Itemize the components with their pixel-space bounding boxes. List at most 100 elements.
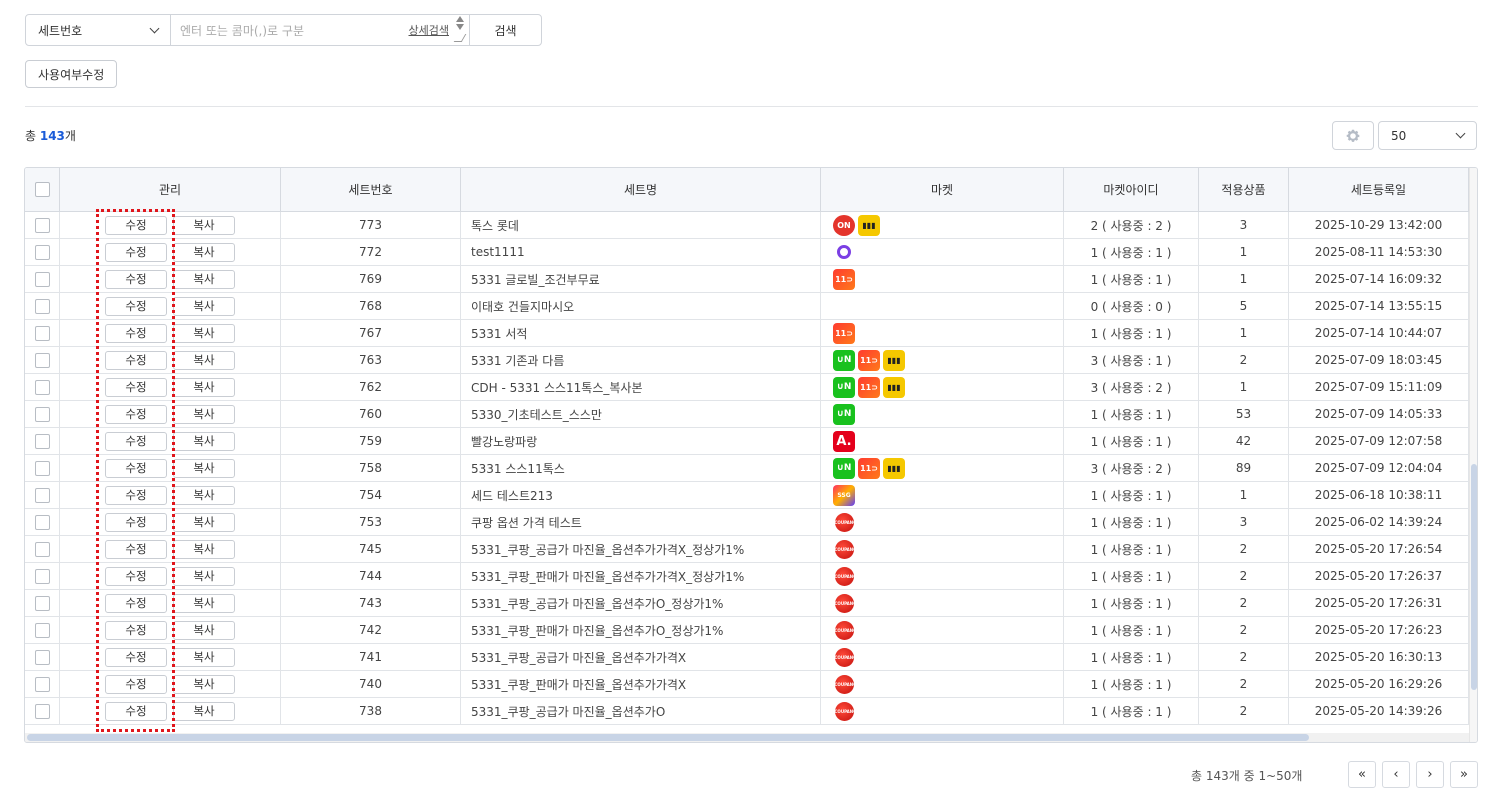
edit-button[interactable]: 수정	[105, 404, 167, 424]
row-checkbox[interactable]	[34, 595, 50, 611]
detail-search-link[interactable]: 상세검색	[409, 22, 449, 38]
copy-button[interactable]: 복사	[173, 485, 235, 505]
edit-button[interactable]: 수정	[105, 323, 167, 343]
row-checkbox[interactable]	[34, 379, 50, 395]
copy-button[interactable]: 복사	[173, 350, 235, 370]
edit-button[interactable]: 수정	[105, 647, 167, 667]
edit-button[interactable]: 수정	[105, 539, 167, 559]
usage-edit-button[interactable]: 사용여부수정	[25, 60, 118, 88]
table-row[interactable]: 수정 복사 759 빨강노랑파랑 A. 1 ( 사용중 : 1 ) 42 202…	[25, 428, 1469, 455]
search-field-select[interactable]: 세트번호	[26, 15, 171, 45]
table-row[interactable]: 수정 복사 753 쿠팡 옵션 가격 테스트 COUPANG 1 ( 사용중 :…	[25, 509, 1469, 536]
row-checkbox[interactable]	[34, 541, 50, 557]
select-all-checkbox[interactable]	[34, 182, 50, 197]
row-checkbox[interactable]	[34, 622, 50, 638]
copy-button[interactable]: 복사	[173, 593, 235, 613]
horizontal-scroll-thumb[interactable]	[27, 734, 1309, 741]
edit-button[interactable]: 수정	[105, 458, 167, 478]
table-row[interactable]: 수정 복사 754 세드 테스트213 SSG 1 ( 사용중 : 1 ) 1 …	[25, 482, 1469, 509]
copy-button[interactable]: 복사	[173, 242, 235, 262]
horizontal-scrollbar[interactable]	[25, 733, 1469, 742]
row-checkbox[interactable]	[34, 676, 50, 692]
copy-button[interactable]: 복사	[173, 323, 235, 343]
row-checkbox[interactable]	[34, 568, 50, 584]
copy-button[interactable]: 복사	[173, 296, 235, 316]
edit-button[interactable]: 수정	[105, 674, 167, 694]
vertical-scrollbar[interactable]	[1469, 168, 1477, 742]
edit-button[interactable]: 수정	[105, 593, 167, 613]
table-row[interactable]: 수정 복사 768 이태호 건들지마시오 0 ( 사용중 : 0 ) 5 202…	[25, 293, 1469, 320]
copy-button[interactable]: 복사	[173, 674, 235, 694]
table-row[interactable]: 수정 복사 738 5331_쿠팡_공급가 마진율_옵션추가O COUPANG …	[25, 698, 1469, 725]
edit-button[interactable]: 수정	[105, 566, 167, 586]
page-size-select[interactable]: 50	[1378, 121, 1477, 150]
copy-button[interactable]: 복사	[173, 539, 235, 559]
search-input[interactable]: 엔터 또는 콤마(,)로 구분 상세검색	[171, 15, 469, 45]
copy-button[interactable]: 복사	[173, 404, 235, 424]
edit-button[interactable]: 수정	[105, 485, 167, 505]
search-button[interactable]: 검색	[469, 15, 541, 45]
vertical-scroll-thumb[interactable]	[1471, 464, 1477, 690]
row-checkbox[interactable]	[34, 487, 50, 503]
copy-button[interactable]: 복사	[173, 431, 235, 451]
copy-button[interactable]: 복사	[173, 566, 235, 586]
edit-button[interactable]: 수정	[105, 701, 167, 721]
copy-button[interactable]: 복사	[173, 458, 235, 478]
row-checkbox[interactable]	[34, 406, 50, 422]
row-checkbox[interactable]	[34, 514, 50, 530]
row-checkbox[interactable]	[34, 703, 50, 719]
table-row[interactable]: 수정 복사 760 5330_기초테스트_스스만 ∪N 1 ( 사용중 : 1 …	[25, 401, 1469, 428]
edit-button[interactable]: 수정	[105, 377, 167, 397]
table-row[interactable]: 수정 복사 772 test1111 1 ( 사용중 : 1 ) 1 2025-…	[25, 239, 1469, 266]
row-checkbox[interactable]	[34, 460, 50, 476]
edit-button[interactable]: 수정	[105, 620, 167, 640]
next-page-button[interactable]: ›	[1416, 761, 1444, 788]
row-checkbox[interactable]	[34, 217, 50, 233]
prev-page-button[interactable]: ‹	[1382, 761, 1410, 788]
table-row[interactable]: 수정 복사 745 5331_쿠팡_공급가 마진율_옵션추가가격X_정상가1% …	[25, 536, 1469, 563]
edit-button[interactable]: 수정	[105, 269, 167, 289]
row-checkbox[interactable]	[34, 433, 50, 449]
copy-button[interactable]: 복사	[173, 620, 235, 640]
edit-button[interactable]: 수정	[105, 296, 167, 316]
header-manage[interactable]: 관리	[60, 168, 281, 211]
copy-button[interactable]: 복사	[173, 512, 235, 532]
header-set-name[interactable]: 세트명	[461, 168, 821, 211]
table-row[interactable]: 수정 복사 758 5331 스스11톡스 ∪N 11⊃ ▮▮▮ 3 ( 사용중 :…	[25, 455, 1469, 482]
edit-button[interactable]: 수정	[105, 350, 167, 370]
row-checkbox[interactable]	[34, 649, 50, 665]
first-page-button[interactable]: «	[1348, 761, 1376, 788]
resize-handle-icon[interactable]	[453, 34, 467, 42]
edit-button[interactable]: 수정	[105, 215, 167, 235]
copy-button[interactable]: 복사	[173, 647, 235, 667]
table-row[interactable]: 수정 복사 763 5331 기존과 다름 ∪N 11⊃ ▮▮▮ 3 ( 사용중 :…	[25, 347, 1469, 374]
header-market[interactable]: 마켓	[821, 168, 1064, 211]
header-market-id[interactable]: 마켓아이디	[1064, 168, 1199, 211]
copy-button[interactable]: 복사	[173, 377, 235, 397]
table-row[interactable]: 수정 복사 769 5331 글로빌_조건부무료 11⊃ 1 ( 사용중 : 1…	[25, 266, 1469, 293]
edit-button[interactable]: 수정	[105, 431, 167, 451]
header-registered-date[interactable]: 세트등록일	[1289, 168, 1469, 211]
copy-button[interactable]: 복사	[173, 701, 235, 721]
row-checkbox[interactable]	[34, 271, 50, 287]
row-checkbox[interactable]	[34, 244, 50, 260]
edit-button[interactable]: 수정	[105, 242, 167, 262]
table-row[interactable]: 수정 복사 744 5331_쿠팡_판매가 마진율_옵션추가가격X_정상가1% …	[25, 563, 1469, 590]
row-checkbox[interactable]	[34, 352, 50, 368]
table-row[interactable]: 수정 복사 773 톡스 롯데 ON ▮▮▮ 2 ( 사용중 : 2 ) 3 20…	[25, 212, 1469, 239]
table-row[interactable]: 수정 복사 762 CDH - 5331 스스11톡스_복사본 ∪N 11⊃ ▮▮▮…	[25, 374, 1469, 401]
copy-button[interactable]: 복사	[173, 269, 235, 289]
row-checkbox[interactable]	[34, 298, 50, 314]
table-row[interactable]: 수정 복사 743 5331_쿠팡_공급가 마진율_옵션추가O_정상가1% CO…	[25, 590, 1469, 617]
table-row[interactable]: 수정 복사 767 5331 서적 11⊃ 1 ( 사용중 : 1 ) 1 20…	[25, 320, 1469, 347]
copy-button[interactable]: 복사	[173, 215, 235, 235]
edit-button[interactable]: 수정	[105, 512, 167, 532]
table-row[interactable]: 수정 복사 740 5331_쿠팡_판매가 마진율_옵션추가가격X COUPAN…	[25, 671, 1469, 698]
last-page-button[interactable]: »	[1450, 761, 1478, 788]
table-row[interactable]: 수정 복사 742 5331_쿠팡_판매가 마진율_옵션추가O_정상가1% CO…	[25, 617, 1469, 644]
row-checkbox[interactable]	[34, 325, 50, 341]
textarea-spin-control[interactable]	[453, 15, 467, 45]
table-row[interactable]: 수정 복사 741 5331_쿠팡_공급가 마진율_옵션추가가격X COUPAN…	[25, 644, 1469, 671]
settings-button[interactable]	[1332, 121, 1374, 150]
header-applied-products[interactable]: 적용상품	[1199, 168, 1289, 211]
